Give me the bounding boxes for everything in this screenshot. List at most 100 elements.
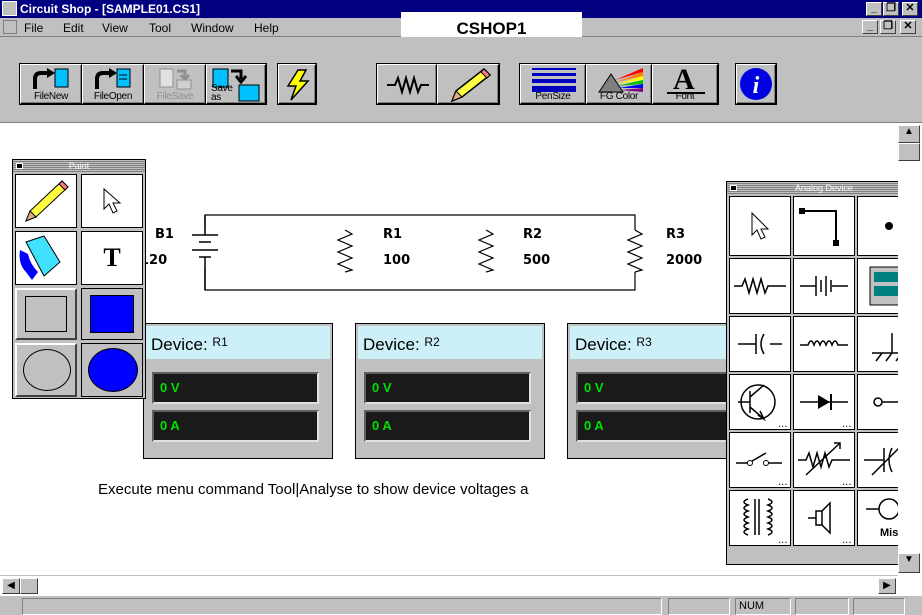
fg-color-button[interactable]: FG Color	[586, 64, 652, 104]
analyse-button[interactable]	[278, 64, 316, 104]
paint-rect-fill-tool[interactable]	[81, 288, 143, 340]
minimize-icon[interactable]: _	[866, 2, 882, 16]
voltage-readout: 0 V	[576, 372, 743, 404]
svg-text:...: ...	[842, 419, 852, 429]
analog-device-palette[interactable]: Analog Device ... ... ... ... ... ... ..…	[726, 181, 922, 565]
inductor-icon	[800, 340, 848, 348]
transformer-icon: ...	[743, 498, 788, 546]
paint-ellipse-fill-tool[interactable]	[81, 343, 143, 397]
device-header: Device: R1	[146, 326, 330, 359]
capacitor-icon	[738, 333, 782, 355]
pen-size-button[interactable]: PenSize	[520, 64, 586, 104]
battery-name: B1	[155, 227, 174, 242]
transistor-icon: ...	[738, 384, 788, 430]
file-save-button[interactable]: FileSave	[144, 64, 206, 104]
restore-icon[interactable]: ❐	[883, 2, 899, 16]
scroll-up-icon[interactable]: ▲	[898, 125, 920, 143]
analog-select-tool[interactable]	[729, 196, 791, 256]
svg-text:...: ...	[778, 535, 788, 545]
vertical-scrollbar[interactable]: ▲ ▼	[898, 123, 922, 575]
analog-battery-tool[interactable]	[793, 258, 855, 314]
analog-switch-tool[interactable]: ...	[729, 432, 791, 488]
analog-speaker-tool[interactable]: ...	[793, 490, 855, 546]
pen-size-icon	[532, 68, 576, 92]
info-button[interactable]: i	[736, 64, 776, 104]
scroll-thumb[interactable]	[898, 143, 920, 161]
analog-transformer-tool[interactable]: ...	[729, 490, 791, 546]
r3-name: R3	[666, 227, 686, 242]
status-panel	[668, 598, 730, 615]
scroll-left-icon[interactable]: ◀	[2, 578, 20, 594]
rect-filled-icon	[90, 295, 134, 333]
r2-name: R2	[523, 227, 543, 242]
svg-text:...: ...	[842, 535, 852, 545]
svg-text:i: i	[753, 73, 760, 99]
r2-value: 500	[523, 253, 551, 268]
device-header: Device: R2	[358, 326, 542, 359]
horizontal-scrollbar[interactable]: ◀ ▶	[0, 575, 898, 595]
resistor-icon	[387, 75, 429, 95]
analog-resistor-tool[interactable]	[729, 258, 791, 314]
analog-wire-tool[interactable]	[793, 196, 855, 256]
menu-help[interactable]: Help	[254, 21, 279, 35]
info-icon: i	[740, 68, 772, 100]
document-icon[interactable]	[3, 20, 17, 34]
pencil-icon	[450, 67, 492, 103]
status-bar: NUM	[0, 595, 922, 615]
analog-capacitor-tool[interactable]	[729, 316, 791, 372]
menu-window[interactable]: Window	[191, 21, 234, 35]
analog-variable-resistor-tool[interactable]: ...	[793, 432, 855, 488]
file-new-button[interactable]: FileNew	[20, 64, 82, 104]
analog-inductor-tool[interactable]	[793, 316, 855, 372]
arrow-cursor-icon	[103, 187, 122, 214]
voltage-readout: 0 V	[364, 372, 531, 404]
menu-view[interactable]: View	[102, 21, 128, 35]
paint-rect-outline-tool[interactable]	[15, 288, 77, 340]
r3-value: 2000	[666, 253, 703, 268]
menu-edit[interactable]: Edit	[63, 21, 84, 35]
scroll-down-icon[interactable]: ▼	[898, 553, 920, 573]
analog-transistor-tool[interactable]: ...	[729, 374, 791, 430]
paint-palette-titlebar[interactable]: Paint	[13, 160, 145, 172]
file-save-icon	[159, 68, 192, 90]
status-message	[22, 598, 662, 615]
doc-minimize-icon[interactable]: _	[862, 20, 878, 34]
save-as-label: Save as	[211, 83, 233, 103]
rect-outline-icon	[25, 296, 67, 332]
hscroll-thumb[interactable]	[20, 578, 38, 594]
num-lock-indicator: NUM	[735, 598, 791, 615]
speaker-icon: ...	[808, 501, 852, 546]
voltage-readout: 0 V	[152, 372, 319, 404]
paint-ellipse-outline-tool[interactable]	[15, 343, 77, 397]
device-panel-r2[interactable]: Device: R2 0 V 0 A	[355, 323, 545, 459]
device-label: Device:	[363, 335, 420, 354]
pencil-tool-button[interactable]	[437, 64, 499, 104]
analog-palette-titlebar[interactable]: Analog Device	[727, 182, 921, 194]
doc-close-icon[interactable]: ✕	[900, 20, 916, 34]
resistor-tool-button[interactable]	[377, 64, 437, 104]
current-readout: 0 A	[152, 410, 319, 442]
file-open-button[interactable]: FileOpen	[82, 64, 144, 104]
app-icon[interactable]	[2, 1, 17, 16]
paint-pencil-tool[interactable]	[15, 174, 77, 228]
paint-palette[interactable]: Paint T	[12, 159, 146, 399]
scroll-right-icon[interactable]: ▶	[878, 578, 896, 594]
battery-icon	[800, 276, 848, 296]
paint-bucket-icon	[19, 235, 61, 280]
menu-tool[interactable]: Tool	[149, 21, 171, 35]
paint-text-tool[interactable]: T	[81, 231, 143, 285]
analog-diode-tool[interactable]: ...	[793, 374, 855, 430]
save-as-button[interactable]: Save as	[206, 64, 266, 104]
close-icon[interactable]: ✕	[902, 2, 918, 16]
paint-select-tool[interactable]	[81, 174, 143, 228]
doc-restore-icon[interactable]: ❐	[880, 20, 896, 34]
menu-file[interactable]: File	[24, 21, 43, 35]
paint-fill-tool[interactable]	[15, 231, 77, 285]
diode-icon: ...	[800, 394, 852, 430]
font-button[interactable]: A Font	[652, 63, 718, 104]
status-panel	[795, 598, 849, 615]
device-panel-r1[interactable]: Device: R1 0 V 0 A	[143, 323, 333, 459]
file-new-icon	[33, 68, 69, 89]
file-save-label: FileSave	[156, 91, 194, 102]
current-readout: 0 A	[364, 410, 531, 442]
